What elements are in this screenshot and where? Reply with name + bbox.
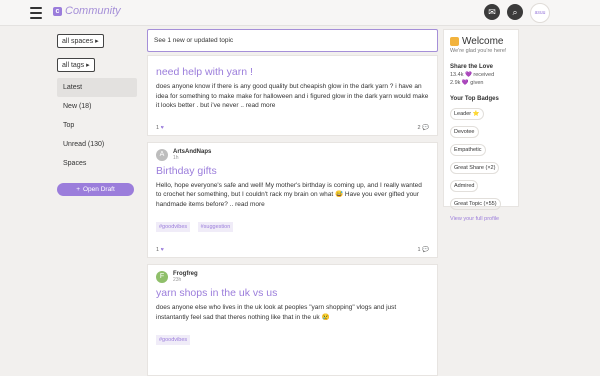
topic-tags: #goodvibes #suggestion xyxy=(156,215,429,233)
like-number: 1 xyxy=(156,247,160,253)
welcome-text: Welcome xyxy=(462,36,504,47)
nav-new[interactable]: New (18) xyxy=(57,97,137,116)
post-time: 1h xyxy=(173,154,179,161)
topic-tags: #goodvibes xyxy=(156,328,429,346)
topic-excerpt: Hello, hope everyone's safe and well! My… xyxy=(156,181,422,208)
badge-empathetic[interactable]: Empathetic xyxy=(450,144,486,156)
plus-icon: + xyxy=(76,186,80,193)
love-heading: Share the Love xyxy=(450,64,494,70)
badge-admired[interactable]: Admired xyxy=(450,180,479,192)
author-row: F Frogfreg 23h xyxy=(156,271,429,283)
tag[interactable]: #goodvibes xyxy=(156,222,191,232)
author-name[interactable]: ArtsAndNaps xyxy=(173,149,211,155)
topic-footer: 1 ♥ 2 💬 xyxy=(156,125,429,131)
reply-count[interactable]: 2 💬 xyxy=(418,125,429,131)
welcome-subtitle: We're glad you're here! xyxy=(450,48,507,54)
badge-devotee[interactable]: Devotee xyxy=(450,126,479,138)
reply-number: 1 xyxy=(417,247,421,253)
comment-icon: 💬 xyxy=(422,124,429,131)
topic-card[interactable]: F Frogfreg 23h yarn shops in the uk vs u… xyxy=(147,264,438,376)
new-topics-banner[interactable]: See 1 new or updated topic xyxy=(147,29,438,52)
left-navigation: all spaces ▸ all tags ▸ Latest New (18) … xyxy=(57,30,137,196)
badge-great-share[interactable]: Great Share (×2) xyxy=(450,162,500,174)
like-count[interactable]: 1 ♥ xyxy=(156,247,164,253)
welcome-heading: Welcome xyxy=(450,36,513,47)
author-avatar[interactable]: F xyxy=(156,271,168,283)
nav-unread[interactable]: Unread (130) xyxy=(57,135,137,154)
comment-icon: 💬 xyxy=(422,247,429,253)
brand-name: Community xyxy=(65,5,121,17)
chat-icon[interactable]: ✉ xyxy=(484,4,500,20)
tag[interactable]: #goodvibes xyxy=(156,335,191,345)
like-number: 1 xyxy=(156,124,160,131)
topic-card[interactable]: need help with yarn ! does anyone know i… xyxy=(147,55,438,136)
reply-number: 2 xyxy=(417,124,421,131)
topic-footer: 1 ♥ 1 💬 xyxy=(156,247,429,253)
topic-title[interactable]: need help with yarn ! xyxy=(156,66,429,78)
badge-great-topic[interactable]: Great Topic (×55) xyxy=(450,198,501,210)
heart-icon: ♥ xyxy=(160,124,164,131)
topic-title[interactable]: yarn shops in the uk vs us xyxy=(156,287,429,299)
open-draft-label: Open Draft xyxy=(83,186,115,193)
nav-top[interactable]: Top xyxy=(57,116,137,135)
topic-excerpt: does anyone else who lives in the uk loo… xyxy=(156,304,397,321)
badge-leader[interactable]: Leader ⭐ xyxy=(450,108,484,120)
nav-latest[interactable]: Latest xyxy=(57,78,137,97)
author-avatar[interactable]: A xyxy=(156,148,168,161)
topic-card[interactable]: A ArtsAndNaps 1h Birthday gifts Hello, h… xyxy=(147,141,438,258)
tags-filter-label: all tags xyxy=(62,62,85,69)
tags-filter[interactable]: all tags ▸ xyxy=(57,58,95,72)
like-count[interactable]: 1 ♥ xyxy=(156,125,164,131)
brand-mark: c xyxy=(53,6,62,16)
spaces-filter-label: all spaces xyxy=(62,38,94,45)
brand-logo[interactable]: c Community xyxy=(53,5,121,17)
reply-count[interactable]: 1 💬 xyxy=(418,247,429,253)
spaces-filter[interactable]: all spaces ▸ xyxy=(57,34,104,48)
search-icon[interactable]: ⌕ xyxy=(507,4,523,20)
user-avatar[interactable]: asuu xyxy=(530,3,550,23)
badges-heading: Your Top Badges xyxy=(450,96,499,102)
likes-given: 2.9k 💜 given xyxy=(450,80,484,86)
menu-icon[interactable] xyxy=(28,4,44,20)
view-profile-link[interactable]: View your full profile xyxy=(450,216,513,222)
avatar-text: asuu xyxy=(534,10,546,16)
post-time: 23h xyxy=(173,277,182,283)
open-draft-button[interactable]: + Open Draft xyxy=(57,183,134,196)
topic-excerpt: does anyone know if there is any good qu… xyxy=(156,83,429,109)
smiley-icon xyxy=(450,37,459,46)
author-row: A ArtsAndNaps 1h xyxy=(156,148,429,161)
welcome-sidebar: Welcome We're glad you're here! Share th… xyxy=(443,29,519,222)
nav-spaces[interactable]: Spaces xyxy=(57,154,137,173)
top-bar: c Community ✉ ⌕ asuu xyxy=(0,0,600,26)
topic-feed: See 1 new or updated topic need help wit… xyxy=(147,29,438,376)
tag[interactable]: #suggestion xyxy=(197,222,234,232)
topic-title[interactable]: Birthday gifts xyxy=(156,165,429,177)
heart-icon: ♥ xyxy=(160,247,164,253)
likes-received: 13.4k 💜 received xyxy=(450,72,495,78)
